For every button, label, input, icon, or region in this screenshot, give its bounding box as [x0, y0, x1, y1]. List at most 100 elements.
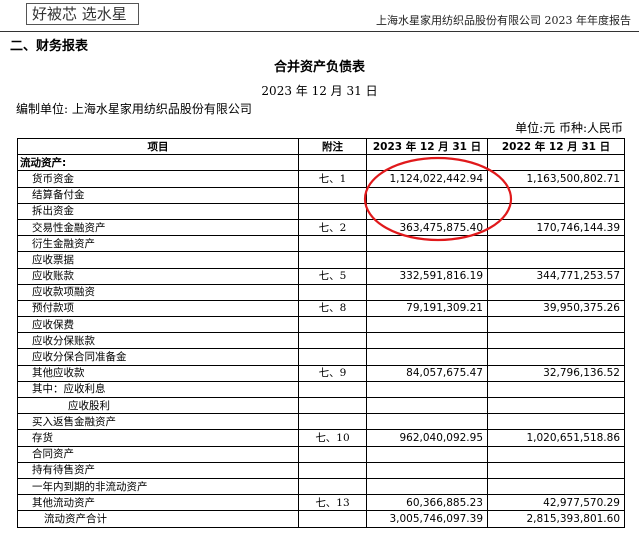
row-value-2022 — [487, 348, 625, 366]
row-note — [298, 251, 367, 269]
row-value-2023 — [366, 477, 488, 496]
table-header-row: 项目 附注 2023 年 12 月 31 日 2022 年 12 月 31 日 — [17, 137, 625, 156]
row-value-2022 — [487, 316, 625, 334]
table-row: 买入返售金融资产 — [17, 413, 625, 431]
table-row: 其他应收款 七、9 84,057,675.47 32,796,136.52 — [17, 364, 625, 382]
row-note: 七、13 — [298, 494, 367, 512]
row-note — [298, 154, 367, 172]
table-row: 其他流动资产 七、13 60,366,885.23 42,977,570.29 — [17, 494, 625, 512]
table-row: 应收票据 — [17, 251, 625, 269]
row-value-2022 — [487, 202, 625, 220]
row-value-2022: 32,796,136.52 — [487, 364, 625, 382]
column-header-note: 附注 — [298, 137, 367, 156]
row-value-2023: 962,040,092.95 — [366, 429, 488, 447]
table-row: 一年内到期的非流动资产 — [17, 477, 625, 496]
row-item-name: 其他流动资产 — [17, 494, 299, 512]
row-note: 七、2 — [298, 218, 367, 237]
row-value-2023 — [366, 332, 488, 350]
row-value-2022: 39,950,375.26 — [487, 299, 625, 318]
row-note: 七、9 — [298, 364, 367, 382]
row-item-name: 应收分保账款 — [17, 332, 299, 350]
row-item-name: 交易性金融资产 — [17, 218, 299, 237]
table-row: 货币资金 七、1 1,124,022,442.94 1,163,500,802.71 — [17, 170, 625, 188]
row-value-2023: 79,191,309.21 — [366, 299, 488, 318]
row-value-2022 — [487, 477, 625, 496]
row-note — [298, 461, 367, 479]
column-header-2022: 2022 年 12 月 31 日 — [487, 137, 625, 156]
prepared-by: 编制单位: 上海水星家用纺织品股份有限公司 — [16, 102, 252, 116]
column-header-2023: 2023 年 12 月 31 日 — [366, 137, 488, 156]
row-item-name: 一年内到期的非流动资产 — [17, 477, 299, 496]
balance-sheet-table: 项目 附注 2023 年 12 月 31 日 2022 年 12 月 31 日 … — [17, 137, 625, 528]
row-value-2023 — [366, 235, 488, 253]
row-item-name: 应收股利 — [17, 396, 299, 415]
row-value-2022: 2,815,393,801.60 — [487, 510, 625, 528]
table-row: 应收分保账款 — [17, 332, 625, 350]
row-value-2022 — [487, 445, 625, 463]
row-value-2023 — [366, 186, 488, 204]
row-value-2022: 1,163,500,802.71 — [487, 170, 625, 188]
row-note: 七、10 — [298, 429, 367, 447]
report-title: 上海水星家用纺织品股份有限公司 2023 年年度报告 — [376, 14, 631, 27]
row-value-2023 — [366, 154, 488, 172]
row-value-2022: 170,746,144.39 — [487, 218, 625, 237]
row-note: 七、5 — [298, 267, 367, 285]
row-item-name: 应收分保合同准备金 — [17, 348, 299, 366]
row-note: 七、1 — [298, 170, 367, 188]
row-note — [298, 235, 367, 253]
row-value-2022 — [487, 380, 625, 399]
table-row: 应收股利 — [17, 396, 625, 415]
table-row: 流动资产: — [17, 154, 625, 172]
header-divider — [0, 31, 639, 32]
statement-date: 2023 年 12 月 31 日 — [261, 84, 378, 98]
row-note — [298, 445, 367, 463]
row-note — [298, 396, 367, 415]
row-item-name: 流动资产合计 — [17, 510, 299, 528]
row-note: 七、8 — [298, 299, 367, 318]
row-item-name: 存货 — [17, 429, 299, 447]
row-value-2023 — [366, 396, 488, 415]
row-note — [298, 413, 367, 431]
table-row: 预付款项 七、8 79,191,309.21 39,950,375.26 — [17, 299, 625, 318]
row-note — [298, 348, 367, 366]
row-value-2023 — [366, 251, 488, 269]
row-note — [298, 477, 367, 496]
row-item-name: 应收款项融资 — [17, 283, 299, 301]
row-item-name: 其中：应收利息 — [17, 380, 299, 399]
row-value-2023: 84,057,675.47 — [366, 364, 488, 382]
row-item-name: 持有待售资产 — [17, 461, 299, 479]
row-value-2023: 1,124,022,442.94 — [366, 170, 488, 188]
row-value-2023 — [366, 316, 488, 334]
row-note — [298, 510, 367, 528]
row-item-name: 应收账款 — [17, 267, 299, 285]
statement-title: 合并资产负债表 — [273, 60, 365, 75]
table-row: 持有待售资产 — [17, 461, 625, 479]
table-row: 合同资产 — [17, 445, 625, 463]
currency-note: 单位:元 币种:人民币 — [515, 121, 623, 135]
row-value-2022: 42,977,570.29 — [487, 494, 625, 512]
table-row: 应收款项融资 — [17, 283, 625, 301]
row-value-2022: 344,771,253.57 — [487, 267, 625, 285]
row-value-2022 — [487, 413, 625, 431]
table-row: 其中：应收利息 — [17, 380, 625, 399]
row-item-name: 应收保费 — [17, 316, 299, 334]
row-value-2022: 1,020,651,518.86 — [487, 429, 625, 447]
row-value-2023 — [366, 202, 488, 220]
row-item-name: 其他应收款 — [17, 364, 299, 382]
table-row: 应收保费 — [17, 316, 625, 334]
row-note — [298, 202, 367, 220]
table-row: 存货 七、10 962,040,092.95 1,020,651,518.86 — [17, 429, 625, 447]
column-header-item: 项目 — [17, 137, 299, 156]
row-item-name: 结算备付金 — [17, 186, 299, 204]
row-note — [298, 332, 367, 350]
row-value-2023: 3,005,746,097.39 — [366, 510, 488, 528]
row-note — [298, 283, 367, 301]
row-value-2023 — [366, 283, 488, 301]
row-value-2023 — [366, 413, 488, 431]
row-item-name: 应收票据 — [17, 251, 299, 269]
row-item-name: 预付款项 — [17, 299, 299, 318]
row-value-2022 — [487, 186, 625, 204]
row-note — [298, 186, 367, 204]
row-value-2022 — [487, 332, 625, 350]
row-value-2022 — [487, 396, 625, 415]
